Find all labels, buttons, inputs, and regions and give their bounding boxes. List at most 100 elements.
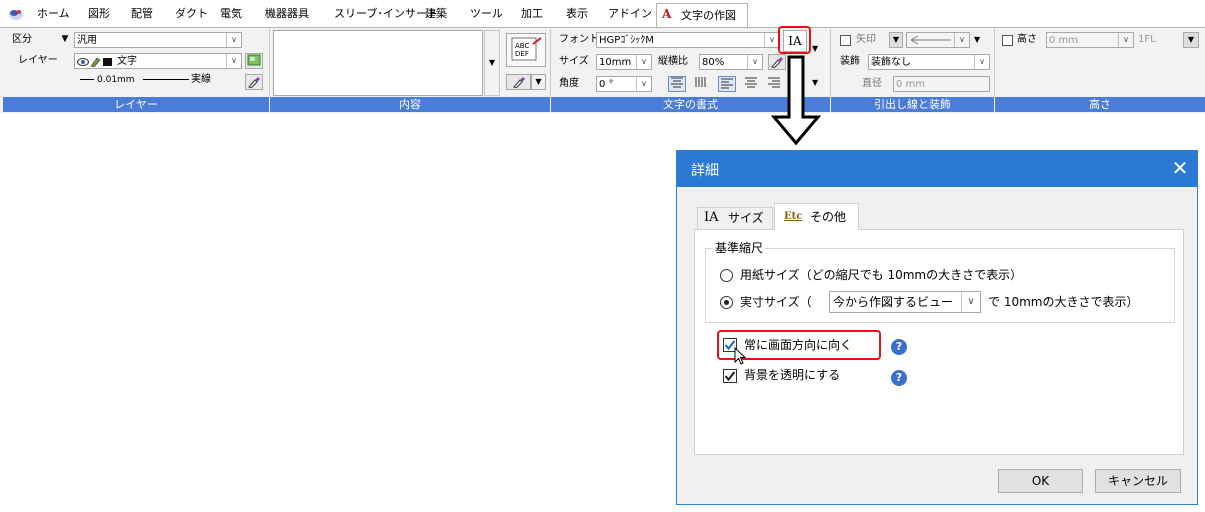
line-type-sample — [143, 79, 189, 80]
floor-value: 1FL — [1138, 34, 1156, 45]
tab-size[interactable]: IA サイズ — [697, 207, 773, 229]
chevron-down-icon: ∨ — [764, 33, 779, 47]
align-center-button[interactable] — [742, 76, 760, 92]
tab-panel-other: 基準縮尺 用紙サイズ（どの縮尺でも 10mmの大きさで表示） 実寸サイズ（ 今か… — [694, 229, 1184, 455]
format-dropdown-icon[interactable]: ▼ — [812, 44, 818, 53]
vertical-text-button[interactable] — [692, 76, 710, 92]
layer-group-footer: レイヤー — [3, 97, 269, 112]
ratio-value: 80% — [702, 57, 725, 68]
dialog-title: 詳細 — [691, 163, 719, 179]
size-select[interactable]: 10mm ∨ — [596, 54, 652, 70]
tab-tools[interactable]: ツール — [470, 5, 503, 23]
groupbox-title: 基準縮尺 — [713, 240, 766, 256]
height-input[interactable]: 0 mm ∨ — [1046, 32, 1134, 48]
content-textarea[interactable] — [273, 30, 483, 96]
tab-shapes[interactable]: 図形 — [88, 5, 110, 23]
arrow-dropdown-button[interactable]: ▼ — [889, 32, 903, 48]
size-value: 10mm — [599, 57, 632, 68]
layer-value: 文字 — [117, 56, 137, 67]
tab-architecture[interactable]: 建築 — [425, 5, 447, 23]
font-label: フォント — [559, 34, 599, 45]
spell-format-button[interactable]: ABC DEF — [506, 33, 546, 67]
tab-other-label: その他 — [810, 210, 847, 224]
layer-label: レイヤー — [18, 55, 58, 66]
actual-size-suffix: で 10mmの大きさで表示） — [988, 295, 1139, 309]
layer-select[interactable]: 文字 ∨ — [74, 53, 242, 69]
font-value: HGPｺﾞｼｯｸM — [599, 35, 654, 46]
tab-duct[interactable]: ダクト — [175, 5, 208, 23]
chevron-down-icon: ∨ — [974, 55, 989, 69]
dialog-titlebar[interactable]: 詳細 ✕ — [677, 151, 1197, 187]
mouse-cursor-icon — [734, 347, 747, 365]
chevron-down-icon: ∨ — [636, 77, 651, 91]
view-select[interactable]: 今から作図するビュー ∨ — [829, 291, 981, 313]
height-checkbox[interactable] — [1002, 35, 1013, 46]
angle-select[interactable]: 0 ° ∨ — [596, 76, 652, 92]
arrow-more-icon[interactable]: ▼ — [974, 35, 980, 44]
transparent-bg-label[interactable]: 背景を透明にする — [744, 367, 840, 383]
actual-size-label[interactable]: 実寸サイズ（ — [740, 294, 812, 310]
arrow-left-icon — [910, 35, 951, 45]
kubun-dropdown-icon[interactable]: ▼ — [58, 32, 72, 48]
align-left-button[interactable] — [718, 76, 736, 92]
abc-def-icon: ABC DEF — [511, 37, 542, 61]
ok-button[interactable]: OK — [998, 469, 1083, 493]
content-group-footer: 内容 — [270, 97, 550, 112]
content-pick-dropdown[interactable]: ▼ — [531, 74, 546, 90]
cancel-button[interactable]: キャンセル — [1095, 469, 1181, 493]
angle-value: 0 ° — [599, 79, 614, 90]
tab-electric[interactable]: 電気 — [220, 5, 242, 23]
detail-button-highlight — [778, 26, 811, 54]
tab-view[interactable]: 表示 — [566, 5, 588, 23]
paper-size-radio[interactable] — [720, 269, 733, 282]
floor-dropdown-button[interactable]: ▼ — [1183, 32, 1199, 48]
actual-size-radio[interactable] — [720, 296, 733, 309]
line-type-value: 実線 — [191, 74, 211, 85]
font-select[interactable]: HGPｺﾞｼｯｸM ∨ — [596, 32, 780, 48]
diameter-input[interactable]: 0 mm — [893, 76, 990, 92]
kubun-select[interactable]: 汎用 ∨ — [74, 32, 242, 48]
eyedropper-icon — [512, 77, 525, 89]
ratio-select[interactable]: 80% ∨ — [699, 54, 763, 70]
arrow-style-select[interactable]: ∨ — [906, 32, 970, 48]
tab-piping[interactable]: 配管 — [131, 5, 153, 23]
layer-pick-button[interactable] — [245, 74, 263, 90]
tab-addin[interactable]: アドイン — [608, 5, 652, 23]
tab-text-drawing[interactable]: A 文字の作図 — [656, 3, 748, 28]
tab-processing[interactable]: 加工 — [521, 5, 543, 23]
group-divider — [994, 29, 995, 97]
help-icon[interactable]: ? — [891, 339, 907, 355]
paper-size-label[interactable]: 用紙サイズ（どの縮尺でも 10mmの大きさで表示） — [740, 267, 1022, 283]
content-pick-button[interactable] — [506, 74, 531, 90]
transparent-bg-checkbox[interactable] — [723, 369, 737, 383]
tab-text-drawing-label: 文字の作図 — [681, 9, 736, 22]
help-icon[interactable]: ? — [891, 370, 907, 386]
align-top-button[interactable] — [668, 76, 686, 92]
tab-equipment[interactable]: 機器器具 — [265, 5, 309, 23]
close-icon[interactable]: ✕ — [1167, 155, 1193, 181]
ia-icon: IA — [704, 210, 719, 225]
diameter-value: 0 mm — [896, 79, 926, 90]
tab-sleeve-insert[interactable]: スリーブ･インサート — [334, 5, 438, 23]
tab-home[interactable]: ホーム — [37, 5, 70, 23]
height-value: 0 mm — [1049, 35, 1079, 46]
deco-value: 装飾なし — [871, 57, 911, 68]
layer-settings-button[interactable] — [245, 53, 263, 69]
checkmark-icon — [724, 371, 736, 382]
kubun-label: 区分 — [12, 34, 32, 45]
arrow-checkbox[interactable] — [840, 35, 851, 46]
tab-other[interactable]: Etc その他 — [774, 203, 859, 230]
line-width-value: 0.01mm — [97, 75, 135, 85]
arrow-label: 矢印 — [856, 34, 876, 45]
content-dropdown-button[interactable]: ▼ — [484, 30, 500, 96]
layer-image-icon — [247, 54, 261, 66]
layer-visibility-icons — [77, 57, 112, 67]
deco-select[interactable]: 装飾なし ∨ — [868, 54, 990, 70]
text-a-icon: A — [662, 7, 672, 21]
angle-label: 角度 — [559, 78, 579, 89]
leader-group-footer: 引出し線と装飾 — [831, 97, 994, 112]
annotation-down-arrow — [770, 55, 822, 146]
app-logo-icon[interactable] — [8, 7, 24, 21]
align-top-icon — [671, 77, 683, 88]
chevron-down-icon: ∨ — [636, 55, 651, 69]
